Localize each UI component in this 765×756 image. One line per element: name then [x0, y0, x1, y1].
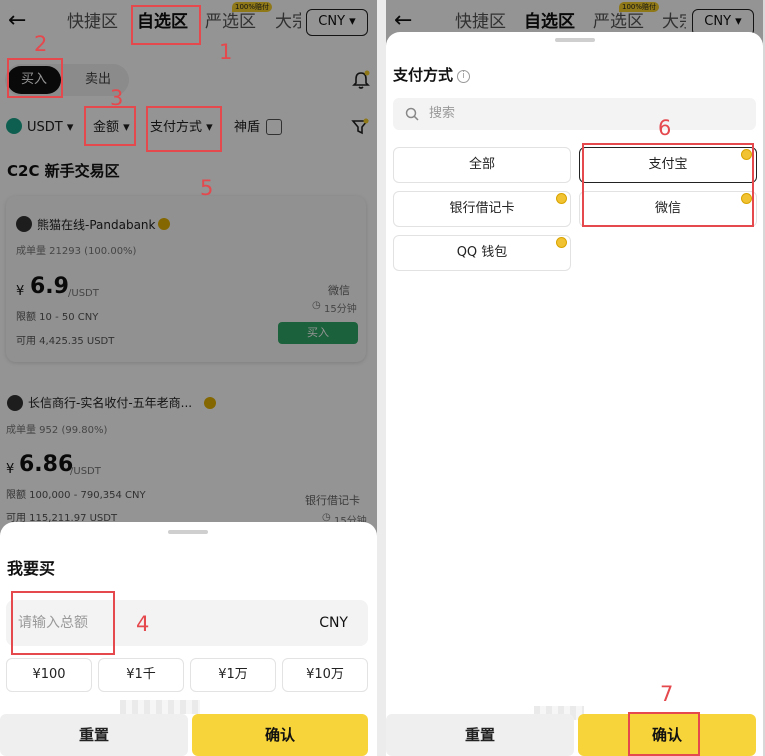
annotation-number-4: 4	[136, 612, 150, 636]
coin-tag-icon	[556, 237, 567, 248]
quick-amount-1k[interactable]: ¥1千	[98, 658, 184, 692]
annotation-number-2: 2	[34, 32, 48, 56]
annotation-box-7	[628, 712, 700, 756]
payment-method-sheet	[386, 32, 763, 756]
confirm-button[interactable]: 确认	[192, 714, 368, 756]
payment-option-all[interactable]: 全部	[393, 147, 571, 183]
annotation-box-6	[582, 143, 754, 227]
annotation-box-3	[84, 106, 136, 146]
payment-sheet-title: 支付方式 i	[393, 64, 471, 85]
annotation-box-2	[7, 58, 63, 98]
sheet-handle[interactable]	[168, 530, 208, 534]
amount-currency: CNY	[319, 615, 348, 631]
annotation-number-5: 5	[200, 176, 214, 200]
reset-button[interactable]: 重置	[0, 714, 188, 756]
coin-tag-icon	[556, 193, 567, 204]
payment-search-input[interactable]: 搜索	[393, 98, 756, 130]
payment-title-text: 支付方式	[393, 66, 454, 84]
info-icon[interactable]: i	[457, 70, 471, 83]
search-placeholder: 搜索	[429, 106, 456, 121]
annotation-box-4	[11, 591, 115, 655]
annotation-number-3: 3	[110, 86, 124, 110]
search-icon	[405, 107, 419, 121]
annotation-box-5	[146, 106, 222, 152]
right-panel: ← 快捷区 自选区 严选区 100%赔付 大宗 CNY ▾ 支付方式i 搜索 全…	[386, 0, 763, 756]
left-panel: ← 快捷区 自选区 严选区 100%赔付 大宗 CNY ▾ 买入 卖出 USDT…	[0, 0, 377, 756]
annotation-number-6: 6	[658, 116, 672, 140]
quick-amount-100[interactable]: ¥100	[6, 658, 92, 692]
sheet-handle[interactable]	[555, 38, 595, 42]
annotation-number-7: 7	[660, 682, 674, 706]
panel-divider	[377, 0, 386, 756]
annotation-number-1: 1	[219, 40, 233, 64]
quick-amount-10k[interactable]: ¥1万	[190, 658, 276, 692]
payment-option-bank-card[interactable]: 银行借记卡	[393, 191, 571, 227]
quick-amount-100k[interactable]: ¥10万	[282, 658, 368, 692]
blurred-region	[120, 700, 200, 714]
sheet-title: 我要买	[7, 559, 56, 578]
reset-button[interactable]: 重置	[386, 714, 574, 756]
payment-option-qq-wallet[interactable]: QQ 钱包	[393, 235, 571, 271]
annotation-box-1	[131, 5, 201, 45]
